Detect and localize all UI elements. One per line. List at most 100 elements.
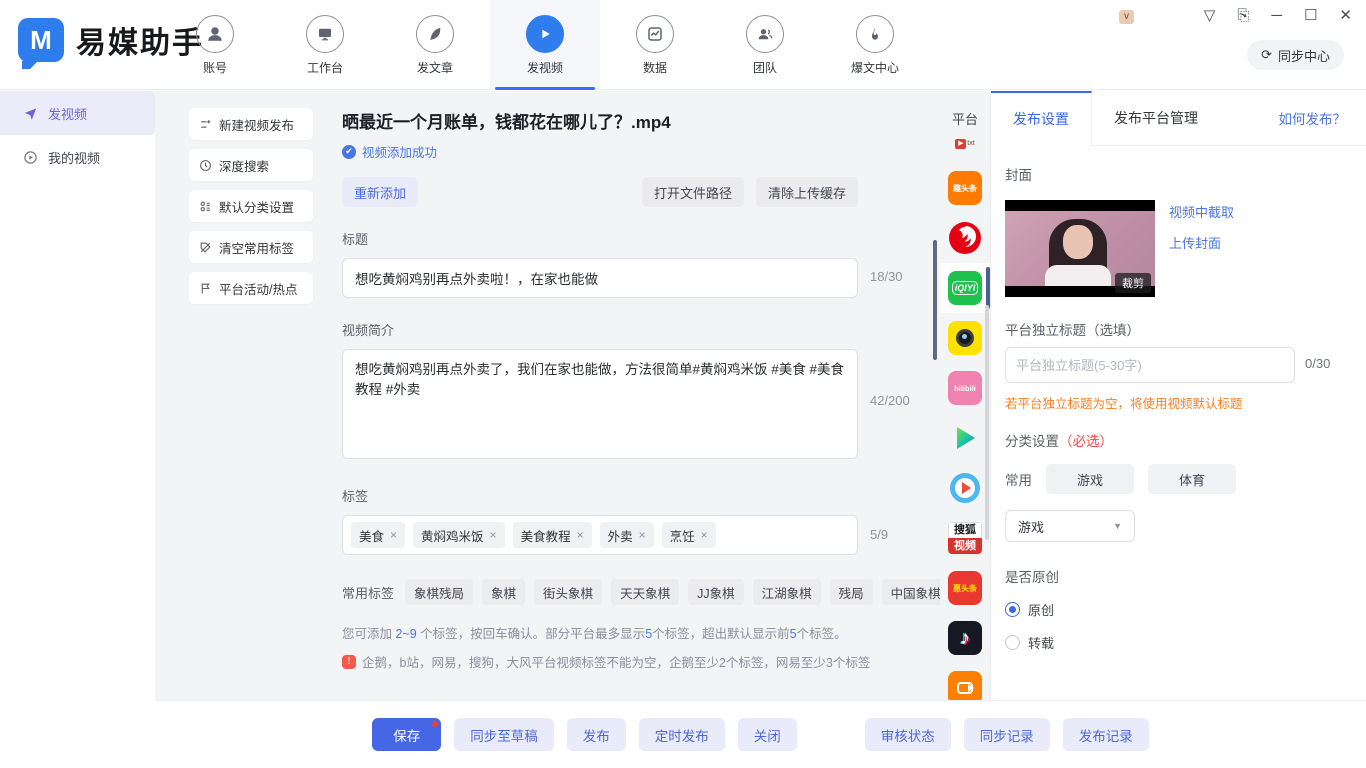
iqiyi-icon: iQIYI — [948, 271, 982, 305]
paper-plane-icon — [22, 105, 38, 121]
open-file-path-button[interactable]: 打开文件路径 — [642, 177, 744, 207]
window-menu-icon[interactable]: ▽ — [1204, 8, 1216, 23]
title-input[interactable] — [342, 258, 858, 298]
video-play-icon — [526, 15, 564, 53]
common-tag[interactable]: 象棋残局 — [405, 579, 473, 605]
tag-pill: 美食 × — [351, 522, 405, 548]
platform-douyin[interactable]: ♪ — [940, 613, 990, 663]
platform-haokan-video[interactable] — [940, 463, 990, 513]
common-label: 常用 — [1005, 469, 1032, 489]
clear-common-tags-button[interactable]: 清空常用标签 — [189, 231, 313, 263]
tray-update-icon[interactable]: v — [1119, 10, 1134, 24]
nav-item-data[interactable]: 数据 — [600, 0, 710, 90]
common-tag[interactable]: 天天象棋 — [611, 579, 679, 605]
close-button[interactable]: 关闭 — [738, 718, 797, 751]
common-tag[interactable]: 街头象棋 — [534, 579, 602, 605]
tab-platform-management[interactable]: 发布平台管理 — [1092, 91, 1220, 146]
deep-search-button[interactable]: 深度搜索 — [189, 149, 313, 181]
description-textarea[interactable]: 想吃黄焖鸡别再点外卖了，我们在家也能做，方法很简单#黄焖鸡米饭 #美食 #美食教… — [342, 349, 858, 459]
sync-log-button[interactable]: 同步记录 — [964, 718, 1050, 751]
how-to-publish-link[interactable]: 如何发布？ — [1279, 108, 1347, 128]
platform-sohu-video[interactable]: 搜狐 视频 — [940, 513, 990, 563]
action-label: 清空常用标签 — [219, 238, 294, 257]
radio-label: 原创 — [1028, 600, 1054, 619]
platform-strip-scrollbar[interactable] — [985, 305, 989, 540]
default-category-settings-button[interactable]: 默认分类设置 — [189, 190, 313, 222]
nav-item-post-article[interactable]: 发文章 — [380, 0, 490, 90]
common-tag[interactable]: 象棋 — [482, 579, 525, 605]
tags-counter: 5/9 — [870, 527, 888, 542]
platform-yellow-camera[interactable] — [940, 313, 990, 363]
platform-tencent-video[interactable] — [940, 413, 990, 463]
remove-tag-icon[interactable]: × — [639, 528, 646, 542]
crop-badge[interactable]: 裁剪 — [1115, 273, 1151, 293]
platform-qutoutiao[interactable]: 趣头条 — [940, 163, 990, 213]
minimize-icon[interactable]: ─ — [1271, 8, 1282, 23]
remove-tag-icon[interactable]: × — [390, 528, 397, 542]
category-selected-value: 游戏 — [1018, 517, 1044, 536]
category-option-game[interactable]: 游戏 — [1046, 464, 1134, 494]
phoenix-icon — [948, 221, 982, 255]
publish-tabs: 发布设置 发布平台管理 如何发布？ — [991, 91, 1366, 146]
bilibili-icon: bilibili — [948, 371, 982, 405]
screenshot-icon[interactable]: ⎘ — [1237, 8, 1249, 23]
new-video-publish-button[interactable]: 新建视频发布 — [189, 108, 313, 140]
nav-label: 数据 — [643, 59, 667, 76]
title-counter: 18/30 — [870, 269, 903, 284]
radio-button — [1005, 635, 1020, 650]
readd-video-button[interactable]: 重新添加 — [342, 177, 418, 207]
haokan-video-icon — [948, 471, 982, 505]
sidebar-item-post-video[interactable]: 发视频 — [0, 91, 155, 135]
cover-thumbnail[interactable]: 裁剪 — [1005, 200, 1155, 297]
remove-tag-icon[interactable]: × — [490, 528, 497, 542]
common-tag[interactable]: 江湖象棋 — [753, 579, 821, 605]
platform-title-input[interactable] — [1005, 347, 1295, 383]
tag-pill: 黄焖鸡米饭 × — [413, 522, 505, 548]
scheduled-publish-button[interactable]: 定时发布 — [639, 718, 725, 751]
platform-iqiyi[interactable]: iQIYI — [940, 263, 990, 313]
main-scrollbar[interactable] — [933, 240, 937, 360]
app-logo-icon: M — [18, 18, 64, 62]
sync-center-button[interactable]: ⟳ 同步中心 — [1247, 40, 1344, 70]
remove-tag-icon[interactable]: × — [577, 528, 584, 542]
nav-item-workbench[interactable]: 工作台 — [270, 0, 380, 90]
platform-activity-hotspot-button[interactable]: 平台活动/热点 — [189, 272, 313, 304]
radio-original[interactable]: 原创 — [1005, 600, 1350, 619]
close-icon[interactable]: ✕ — [1339, 8, 1352, 23]
action-label: 默认分类设置 — [219, 197, 294, 216]
publish-log-button[interactable]: 发布记录 — [1063, 718, 1149, 751]
platform-huitoutiao[interactable]: 惠头条 — [940, 563, 990, 613]
sidebar-item-label: 发视频 — [48, 104, 87, 123]
review-status-button[interactable]: 审核状态 — [865, 718, 951, 751]
radio-repost[interactable]: 转载 — [1005, 633, 1350, 652]
upload-cover-link[interactable]: 上传封面 — [1169, 233, 1234, 252]
common-tag[interactable]: 残局 — [830, 579, 873, 605]
maximize-icon[interactable]: ☐ — [1304, 8, 1317, 23]
sync-to-draft-button[interactable]: 同步至草稿 — [454, 718, 554, 751]
account-icon — [196, 15, 234, 53]
category-dropdown[interactable]: 游戏 ▼ — [1005, 510, 1135, 542]
nav-item-team[interactable]: 团队 — [710, 0, 820, 90]
common-tag[interactable]: JJ象棋 — [688, 579, 744, 605]
nav-item-account[interactable]: 账号 — [160, 0, 270, 90]
nav-item-hot-articles[interactable]: 爆文中心 — [820, 0, 930, 90]
sidebar-item-my-videos[interactable]: 我的视频 — [0, 135, 155, 179]
platform-bilibili[interactable]: bilibili — [940, 363, 990, 413]
tab-publish-settings[interactable]: 发布设置 — [991, 91, 1092, 146]
upload-status: ✔ 视频添加成功 — [342, 142, 932, 161]
tag-text: 美食 — [359, 526, 384, 545]
capture-from-video-link[interactable]: 视频中截取 — [1169, 202, 1234, 221]
platform-ifeng[interactable] — [940, 213, 990, 263]
tags-input[interactable]: 美食× 黄焖鸡米饭× 美食教程× 外卖× 烹饪× — [342, 515, 858, 555]
save-button[interactable]: 保存 — [372, 718, 441, 751]
nav-label: 发文章 — [417, 59, 453, 76]
nav-item-post-video[interactable]: 发视频 — [490, 0, 600, 90]
nav-label: 工作台 — [307, 59, 343, 76]
tag-text: 黄焖鸡米饭 — [421, 526, 484, 545]
category-option-sports[interactable]: 体育 — [1148, 464, 1236, 494]
clear-upload-cache-button[interactable]: 清除上传缓存 — [756, 177, 858, 207]
video-filename: 晒最近一个月账单，钱都花在哪儿了？.mp4 — [342, 108, 932, 133]
action-label: 新建视频发布 — [219, 115, 294, 134]
remove-tag-icon[interactable]: × — [701, 528, 708, 542]
publish-button[interactable]: 发布 — [567, 718, 626, 751]
